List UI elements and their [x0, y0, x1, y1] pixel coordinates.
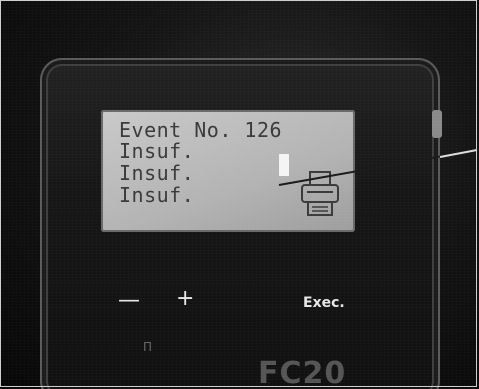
plus-button[interactable]: + — [176, 286, 194, 311]
photo-scene: Event No. 126 Insuf. Insuf. Insuf. — + E… — [0, 0, 479, 389]
device-mark: Π — [143, 340, 153, 354]
exec-button[interactable]: Exec. — [303, 295, 345, 311]
minus-button[interactable]: — — [118, 288, 140, 313]
brand-logo: FC20 — [258, 356, 347, 389]
annotation-pointer-line — [278, 149, 478, 186]
